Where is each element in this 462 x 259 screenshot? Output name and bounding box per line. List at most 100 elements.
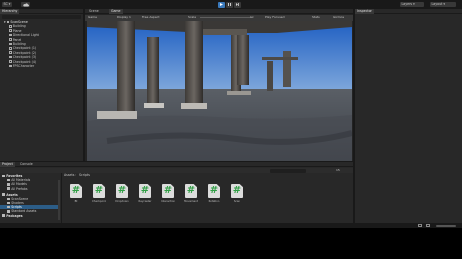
project-tabs: Project Console [0,162,353,167]
hierarchy-item-label: Plane [12,28,22,33]
project-panel: Project Console 15 Assets › Scripts Favo… [0,162,353,223]
star-icon [2,193,6,196]
folder-icon [7,197,11,200]
account-button[interactable]: SC ▾ [2,2,12,7]
script-asset[interactable]: # Checkpoint [92,184,106,203]
game-render [87,21,352,161]
folder-icon [7,187,11,190]
gameobject-icon [9,47,12,50]
progress-icon[interactable] [426,224,430,227]
breadcrumb-separator: › [75,173,77,177]
csharp-script-icon: # [70,184,82,198]
csharp-script-icon: # [139,184,151,198]
csharp-script-icon: # [208,184,220,198]
display-mode-dropdown[interactable]: Game [88,15,97,21]
script-asset-name: Bt [74,200,78,203]
inspector-panel: Inspector [355,9,462,223]
script-asset[interactable]: # Bt [69,184,83,203]
gameobject-icon [9,29,12,32]
tab-hierarchy[interactable]: Hierarchy [0,9,20,14]
script-asset[interactable]: # Scan [230,184,244,203]
tab-inspector[interactable]: Inspector [355,9,374,14]
script-asset-name: Checkpoint [92,200,106,203]
tab-game[interactable]: Game [109,9,123,14]
csharp-script-icon: # [93,184,105,198]
csharp-script-icon: # [116,184,128,198]
script-asset[interactable]: # Dropdown [115,184,129,203]
display-dropdown[interactable]: Display 1 [117,15,131,21]
layers-dropdown[interactable]: Layers ▾ [400,2,424,7]
tab-console[interactable]: Console [18,162,35,167]
step-button[interactable] [234,1,241,8]
folder-icon [7,178,11,182]
folder-icon [7,205,11,209]
desktop-background [0,228,462,259]
scale-value: 1x [250,15,254,19]
scene-icon [6,20,10,24]
tab-scene[interactable]: Scene [87,9,101,14]
pause-button[interactable] [226,1,233,8]
script-asset-name: Scan [233,200,241,203]
project-tree-label: Packages [6,213,23,218]
project-search-input[interactable] [270,168,306,173]
layout-dropdown[interactable]: Layout ▾ [430,2,456,7]
folder-icon [7,210,11,213]
viewport-tabs: Scene Game [85,9,353,14]
project-tree-item[interactable]: Packages [0,214,58,218]
project-tree-item[interactable]: All Prefabs [0,187,58,191]
csharp-script-icon: # [231,184,243,198]
hierarchy-item-label: Building [12,24,26,29]
hierarchy-item-label: Checkpoint (2) [12,50,37,55]
hierarchy-header: Hierarchy [0,9,83,14]
gameobject-icon [9,25,12,28]
script-asset-name: Rotation [208,200,220,203]
gameobject-icon [9,51,12,54]
breadcrumb-assets[interactable]: Assets [64,173,74,178]
stats-button[interactable]: Stats [312,15,320,21]
gameobject-icon [9,64,12,68]
tab-project[interactable]: Project [0,162,15,167]
folder-icon [7,183,11,186]
gizmos-dropdown[interactable]: Gizmos [333,15,344,21]
gameobject-icon [9,42,12,46]
breadcrumb-scripts[interactable]: Scripts [79,173,90,178]
script-asset-name: Interaction [161,200,175,203]
gameobject-icon [9,60,12,63]
play-focus-dropdown[interactable]: Play Focused [265,15,285,21]
csharp-script-icon: # [162,184,174,198]
script-asset[interactable]: # Rotation [207,184,221,203]
game-view[interactable] [87,21,352,161]
hierarchy-panel: Hierarchy ▾ ScanScene Building Plane Direc… [0,9,83,161]
hierarchy-item-label: Building [12,42,26,46]
script-asset[interactable]: # Raycaster [138,184,152,203]
script-asset-name: Dropdown [115,200,129,203]
game-toolbar: Game Display 1 Free Aspect Scale 1x Play… [85,15,353,21]
cloud-icon[interactable] [21,2,30,7]
scale-slider[interactable] [200,17,252,19]
tree-scrollbar[interactable] [58,180,60,220]
play-button[interactable] [218,1,225,8]
console-icon[interactable] [418,224,422,227]
zoom-slider[interactable] [436,224,456,227]
script-asset-name: Movement [184,200,198,203]
csharp-script-icon: # [185,184,197,198]
script-asset[interactable]: # Interaction [161,184,175,203]
breadcrumb: Assets › Scripts [62,173,353,178]
script-asset-name: Raycaster [138,200,152,203]
project-divider [61,173,62,223]
main-toolbar: SC ▾ Layers ▾ Layout ▾ [0,0,462,9]
hierarchy-item-label: FPSCharacter [12,64,35,68]
hierarchy-item-label: Checkpoint (1) [12,46,37,51]
hierarchy-item[interactable]: FPSCharacter [0,64,83,68]
star-icon [2,214,6,217]
gameobject-icon [9,33,12,37]
scene-name: ScanScene [10,20,28,24]
script-asset[interactable]: # Movement [184,184,198,203]
hierarchy-search-input[interactable] [2,15,81,19]
project-tree-label: All Prefabs [11,186,28,191]
gameobject-icon [9,55,12,59]
aspect-dropdown[interactable]: Free Aspect [142,15,160,21]
hierarchy-item-label: Checkpoint (3) [12,55,37,60]
hierarchy-item-label: Panel [12,37,22,42]
gameobject-icon [9,38,12,41]
